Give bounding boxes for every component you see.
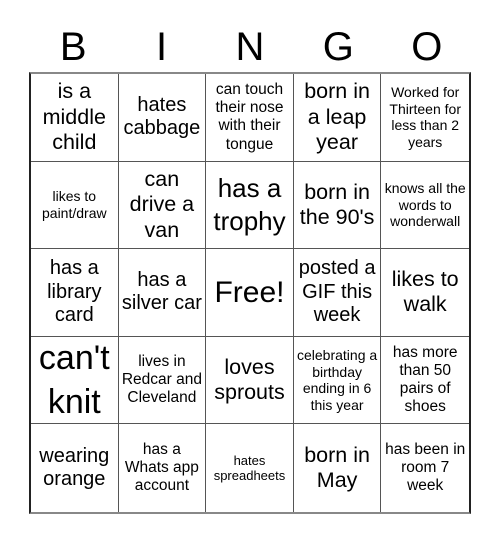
header-letter-o: O <box>411 25 443 69</box>
bingo-cell[interactable]: loves sprouts <box>206 336 294 425</box>
bingo-cell[interactable]: likes to paint/draw <box>31 161 119 250</box>
bingo-cell[interactable]: likes to walk <box>381 249 469 337</box>
bingo-cell[interactable]: hates cabbage <box>118 74 207 162</box>
bingo-cell[interactable]: has more than 50 pairs of shoes <box>381 337 469 425</box>
bingo-cell[interactable]: has a Whats app account <box>119 424 207 512</box>
bingo-cell[interactable]: hates spreadheets <box>206 424 294 512</box>
bingo-cell[interactable]: has a trophy <box>206 161 294 250</box>
bingo-cell[interactable]: born in the 90's <box>293 161 382 250</box>
bingo-cell[interactable]: has been in room 7 week <box>381 424 469 512</box>
header-letter-i: I <box>156 25 168 69</box>
bingo-cell[interactable]: born in May <box>294 424 382 512</box>
header-letter-n: N <box>235 25 265 69</box>
bingo-cell[interactable]: can touch their nose with their tongue <box>206 74 294 162</box>
bingo-cell[interactable]: is a middle child <box>31 74 119 162</box>
free-space-cell[interactable]: Free! <box>206 249 294 337</box>
bingo-cell[interactable]: has a library card <box>31 249 119 337</box>
header-letter-b: B <box>59 25 87 69</box>
bingo-cell[interactable]: can drive a van <box>118 161 207 250</box>
bingo-cell[interactable]: lives in Redcar and Cleveland <box>118 336 207 425</box>
bingo-cell[interactable]: celebrating a birthday ending in 6 this … <box>293 336 382 425</box>
bingo-grid: is a middle child hates cabbage can touc… <box>29 72 471 514</box>
bingo-cell[interactable]: can't knit <box>31 336 119 425</box>
bingo-cell[interactable]: knows all the words to wonderwall <box>381 162 469 250</box>
bingo-cell[interactable]: born in a leap year <box>293 74 382 162</box>
bingo-cell[interactable]: Worked for Thirteen for less than 2 year… <box>381 74 469 162</box>
bingo-cell[interactable]: wearing orange <box>31 424 119 512</box>
bingo-header: B I N G O <box>29 22 471 72</box>
bingo-cell[interactable]: posted a GIF this week <box>293 249 382 337</box>
header-letter-g: G <box>322 25 354 69</box>
bingo-cell[interactable]: has a silver car <box>118 249 207 337</box>
